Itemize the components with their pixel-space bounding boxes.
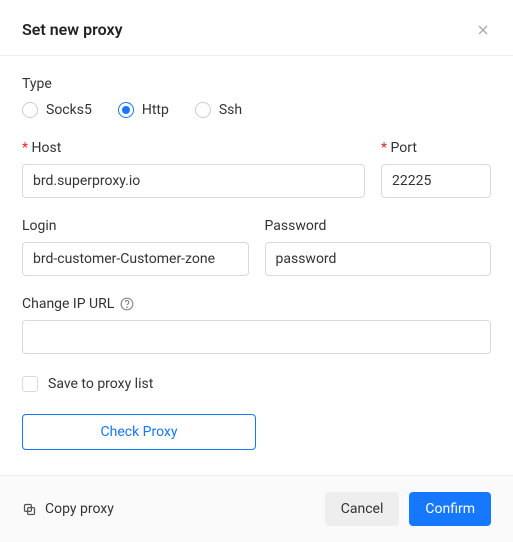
type-radio-group: Socks5 Http Ssh — [22, 102, 491, 118]
host-label: Host — [22, 140, 365, 156]
password-input[interactable] — [265, 242, 492, 276]
host-port-row: Host Port — [22, 140, 491, 198]
radio-circle-icon — [195, 102, 211, 118]
footer-buttons: Cancel Confirm — [325, 492, 491, 526]
radio-http-label: Http — [142, 102, 169, 118]
change-ip-input[interactable] — [22, 320, 491, 354]
save-to-proxy-list-label: Save to proxy list — [48, 376, 153, 392]
radio-socks5[interactable]: Socks5 — [22, 102, 92, 118]
port-field: Port — [381, 140, 491, 198]
check-proxy-button[interactable]: Check Proxy — [22, 414, 256, 450]
close-icon[interactable] — [475, 22, 491, 38]
copy-proxy-button[interactable]: Copy proxy — [22, 501, 114, 517]
radio-circle-icon — [22, 102, 38, 118]
type-label: Type — [22, 76, 491, 92]
copy-icon — [22, 502, 37, 517]
port-label: Port — [381, 140, 491, 156]
port-input[interactable] — [381, 164, 491, 198]
dialog-content: Type Socks5 Http Ssh Host Port — [0, 56, 513, 475]
change-ip-field: Change IP URL — [22, 296, 491, 354]
host-field: Host — [22, 140, 365, 198]
copy-proxy-label: Copy proxy — [45, 501, 114, 517]
login-label: Login — [22, 218, 249, 234]
change-ip-label-row: Change IP URL — [22, 296, 491, 312]
host-input[interactable] — [22, 164, 365, 198]
radio-circle-icon — [118, 102, 134, 118]
password-field: Password — [265, 218, 492, 276]
type-field: Type Socks5 Http Ssh — [22, 76, 491, 118]
confirm-button[interactable]: Confirm — [409, 492, 491, 526]
checkbox-box-icon — [22, 376, 38, 392]
radio-socks5-label: Socks5 — [46, 102, 92, 118]
login-field: Login — [22, 218, 249, 276]
radio-ssh[interactable]: Ssh — [195, 102, 242, 118]
dialog-header: Set new proxy — [0, 0, 513, 56]
dialog-footer: Copy proxy Cancel Confirm — [0, 475, 513, 542]
radio-ssh-label: Ssh — [219, 102, 242, 118]
dialog-title: Set new proxy — [22, 20, 123, 39]
login-input[interactable] — [22, 242, 249, 276]
password-label: Password — [265, 218, 492, 234]
help-icon[interactable] — [120, 297, 134, 311]
save-to-proxy-list-checkbox[interactable]: Save to proxy list — [22, 376, 491, 392]
change-ip-label: Change IP URL — [22, 296, 114, 312]
login-password-row: Login Password — [22, 218, 491, 276]
cancel-button[interactable]: Cancel — [325, 492, 400, 526]
radio-http[interactable]: Http — [118, 102, 169, 118]
